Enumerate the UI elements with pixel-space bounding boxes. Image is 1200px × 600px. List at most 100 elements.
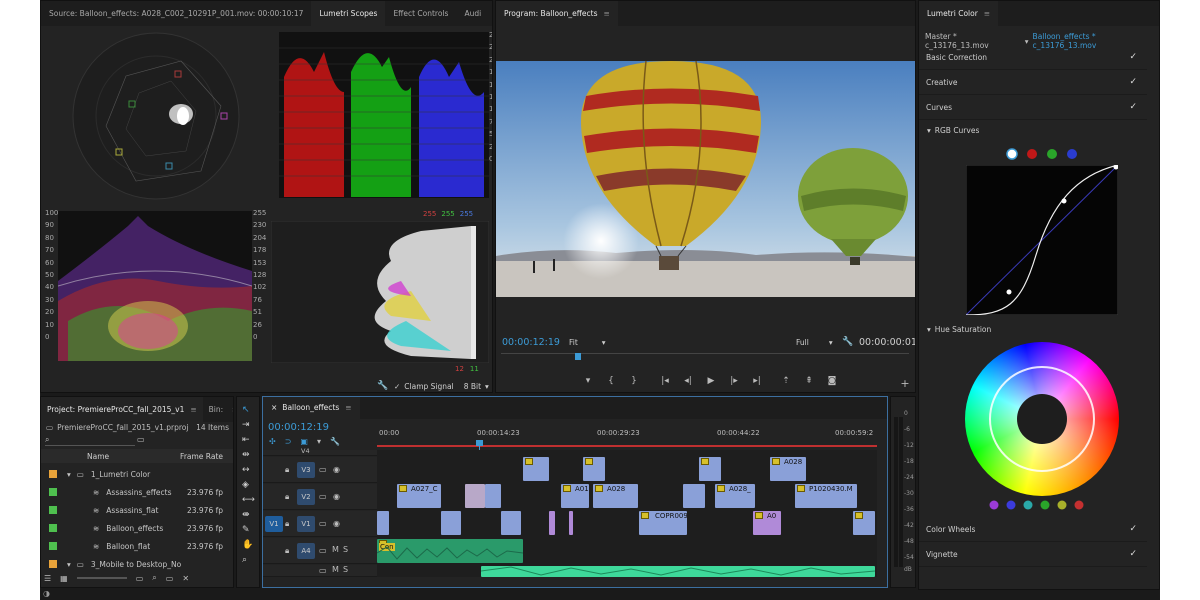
clamp-checkbox[interactable]: ✓ (394, 382, 400, 391)
tab-audio[interactable]: Audi (456, 1, 489, 26)
more-tabs-chevron-icon[interactable]: » (489, 1, 492, 26)
quality-select[interactable]: Full ▾ (796, 338, 833, 347)
timeline-clip[interactable] (583, 457, 605, 481)
sync-lock-icon[interactable]: ▭ (319, 546, 327, 555)
timeline-clip[interactable]: A028_ (715, 484, 755, 508)
mark-out-icon[interactable]: } (627, 376, 641, 386)
new-item-icon[interactable]: ▭ (136, 574, 144, 583)
hue-swatch[interactable] (1006, 500, 1016, 510)
list-view-icon[interactable]: ☰ (44, 574, 51, 583)
sync-lock-icon[interactable]: ▭ (319, 519, 327, 528)
timeline-clip[interactable]: A01 (561, 484, 589, 508)
bit-depth-select[interactable]: 8 Bit (464, 382, 481, 391)
rgb-curves-header[interactable]: ▾ RGB Curves (927, 126, 979, 135)
audio-clip[interactable] (481, 566, 875, 577)
list-item[interactable]: ≋ Balloon_effects 23.976 fp (41, 519, 233, 537)
selection-tool-icon[interactable]: ↖ (242, 405, 255, 415)
timeline-clip[interactable]: A028 (593, 484, 638, 508)
list-item[interactable]: ≋ Assassins_flat 23.976 fp (41, 501, 233, 519)
timeline-clip[interactable] (441, 511, 461, 535)
timeline-clip[interactable] (377, 511, 389, 535)
panel-menu-icon[interactable]: ≡ (604, 9, 610, 18)
timeline-clip[interactable]: A028 (770, 457, 806, 481)
hue-swatch[interactable] (1040, 500, 1050, 510)
tab-source[interactable]: Source: Balloon_effects: A028_C002_10291… (41, 1, 311, 26)
sync-lock-icon[interactable]: ▭ (319, 492, 327, 501)
timeline-clip[interactable]: COPR009 (639, 511, 687, 535)
add-marker-icon[interactable]: ▣ (300, 437, 308, 446)
list-item[interactable]: ≋ Assassins_effects 23.976 fp (41, 483, 233, 501)
tab-effect-controls[interactable]: Effect Controls (385, 1, 456, 26)
hue-swatch[interactable] (989, 500, 999, 510)
add-button-icon[interactable]: + (898, 377, 912, 390)
go-to-in-icon[interactable]: |◂ (658, 376, 672, 386)
status-bar-icon[interactable]: ◑ (43, 589, 50, 598)
mark-in-icon[interactable]: { (604, 376, 618, 386)
zoom-icon[interactable]: ⌕ (242, 555, 255, 565)
section-basic-correction[interactable]: Basic Correction ✓ (919, 45, 1147, 70)
tab-lumetri-scopes[interactable]: Lumetri Scopes (311, 1, 386, 26)
audio-clip[interactable]: Con (377, 539, 523, 563)
go-to-out-icon[interactable]: ▸| (750, 376, 764, 386)
marker-icon[interactable]: ▾ (581, 376, 595, 386)
timeline-clip[interactable] (699, 457, 721, 481)
panel-menu-icon[interactable]: ≡ (984, 9, 990, 18)
solo-button[interactable]: S (343, 545, 348, 554)
enable-checkbox[interactable]: ✓ (1129, 102, 1137, 112)
timeline-clip[interactable]: A027_C (397, 484, 441, 508)
fit-select[interactable]: Fit ▾ (569, 338, 606, 347)
trash-icon[interactable]: ✕ (182, 574, 189, 583)
program-scrub-bar[interactable] (501, 353, 909, 361)
project-search-input[interactable]: ⌕ (45, 435, 135, 446)
list-item[interactable]: ▾ ▭ 1_Lumetri Color (41, 465, 233, 483)
timeline-clip[interactable]: A0 (753, 511, 781, 535)
hue-saturation-header[interactable]: ▾ Hue Saturation (927, 325, 991, 334)
enable-checkbox[interactable]: ✓ (1129, 549, 1137, 559)
timeline-clip[interactable] (549, 511, 555, 535)
slip-icon[interactable]: ⟷ (242, 495, 255, 505)
tab-bin[interactable]: Bin: (203, 397, 230, 422)
more-tabs-chevron-icon[interactable]: » (229, 397, 233, 422)
step-back-icon[interactable]: ◂| (681, 376, 695, 386)
timeline-ruler[interactable]: 00:00 00:00:14:23 00:00:29:23 00:00:44:2… (377, 425, 877, 447)
list-item[interactable]: ≋ Balloon_flat 23.976 fp (41, 537, 233, 555)
step-forward-icon[interactable]: |▸ (727, 376, 741, 386)
timeline-clip[interactable] (465, 484, 485, 508)
search-icon[interactable]: ⌕ (152, 573, 156, 583)
mute-button[interactable]: M (332, 565, 339, 574)
zoom-slider[interactable] (76, 577, 127, 579)
playhead-handle[interactable] (476, 440, 483, 446)
lock-icon[interactable]: 🔒︎ (285, 465, 289, 475)
panel-menu-icon[interactable]: ≡ (190, 405, 196, 414)
lock-icon[interactable]: 🔒︎ (285, 519, 289, 529)
lock-icon[interactable]: 🔒︎ (285, 546, 289, 556)
play-icon[interactable]: ▶ (704, 376, 718, 386)
tab-lumetri-color[interactable]: Lumetri Color ≡ (919, 1, 999, 26)
program-playhead[interactable] (575, 353, 581, 360)
section-curves[interactable]: Curves ✓ (919, 95, 1147, 120)
lift-icon[interactable]: ⇡ (779, 376, 793, 386)
timeline-clip[interactable] (485, 484, 501, 508)
panel-menu-icon[interactable]: ≡ (345, 403, 351, 412)
pen-icon[interactable]: ✎ (242, 525, 255, 535)
sync-lock-icon[interactable]: ▭ (319, 465, 327, 474)
rgb-curve-graph[interactable] (966, 165, 1118, 315)
hue-swatch[interactable] (1074, 500, 1084, 510)
section-vignette[interactable]: Vignette ✓ (919, 542, 1147, 567)
hand-icon[interactable]: ✋ (242, 540, 255, 550)
hue-saturation-wheel[interactable] (965, 342, 1119, 496)
hue-swatch-row[interactable] (987, 498, 1099, 512)
enable-checkbox[interactable]: ✓ (1129, 524, 1137, 534)
mute-button[interactable]: M (332, 545, 339, 554)
lock-icon[interactable]: 🔒︎ (285, 492, 289, 502)
enable-checkbox[interactable]: ✓ (1129, 77, 1137, 87)
section-color-wheels[interactable]: Color Wheels ✓ (919, 517, 1147, 542)
timeline-clip[interactable] (501, 511, 521, 535)
hue-swatch[interactable] (1057, 500, 1067, 510)
close-icon[interactable]: × (271, 403, 277, 412)
enable-checkbox[interactable]: ✓ (1129, 52, 1137, 62)
section-creative[interactable]: Creative ✓ (919, 70, 1147, 95)
linked-selection-icon[interactable]: ⊃ (285, 437, 292, 446)
eye-icon[interactable]: ◉ (333, 492, 340, 501)
timeline-clip[interactable] (853, 511, 875, 535)
